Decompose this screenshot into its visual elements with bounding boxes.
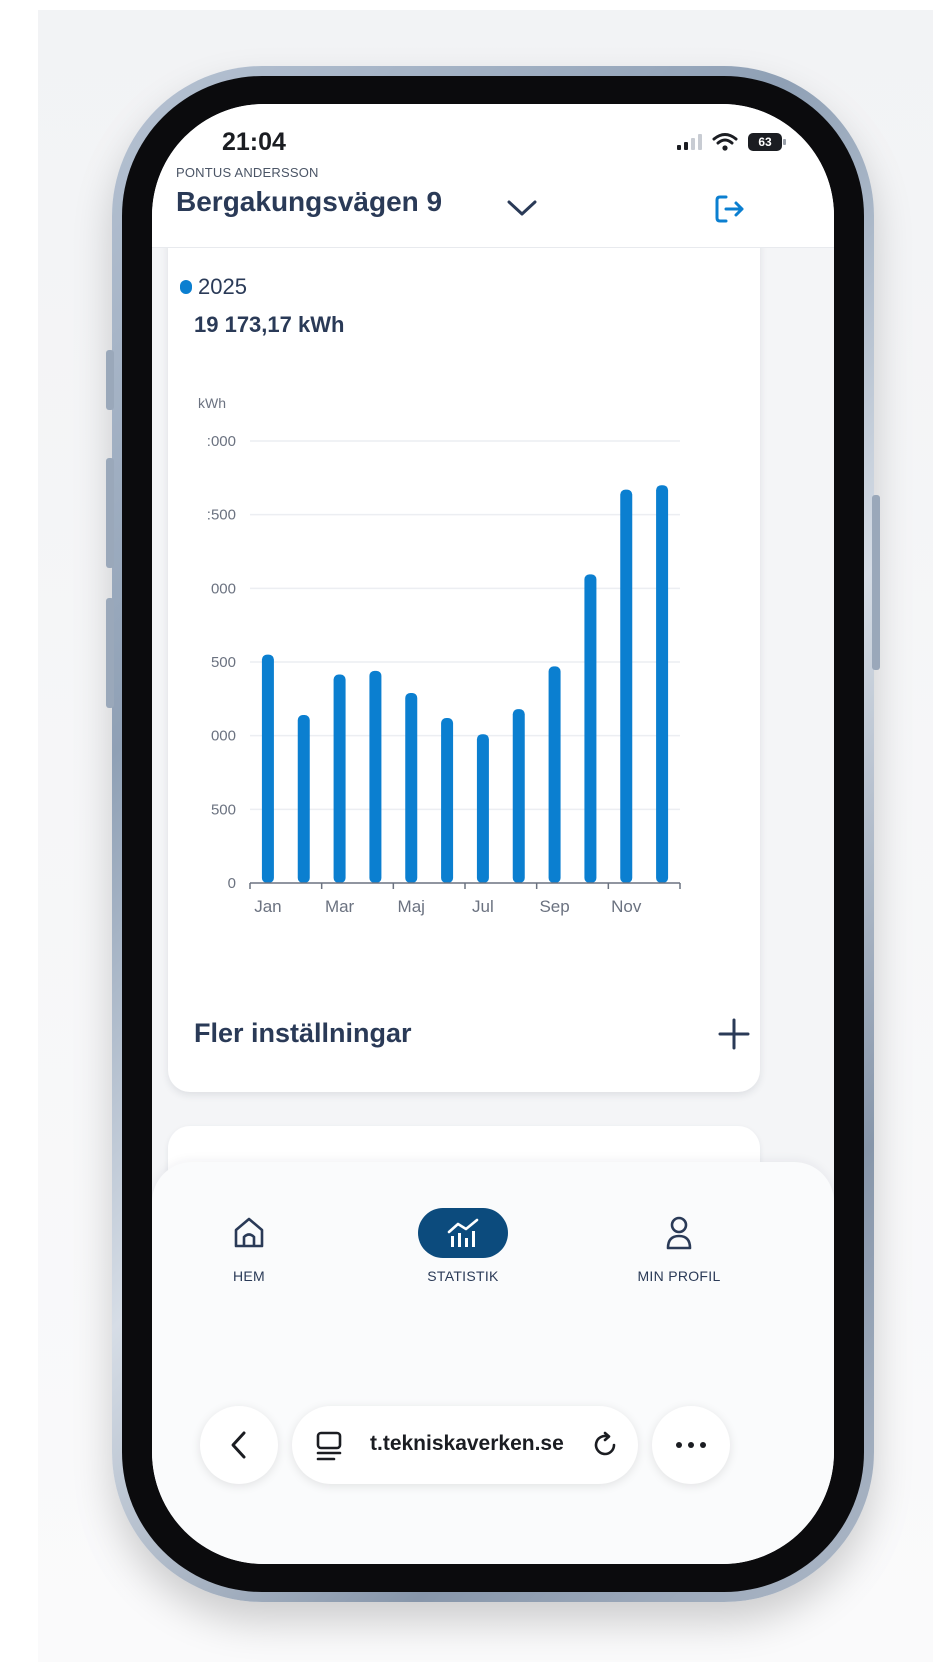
bar-maj bbox=[405, 692, 418, 883]
consumption-chart: kWh 0 500 000 500 000 :500 :000 Jan Mar Maj Jul Se… bbox=[198, 395, 681, 916]
y-tick-label: 500 bbox=[211, 654, 236, 671]
bar-jul bbox=[476, 734, 489, 883]
profile-icon bbox=[634, 1208, 724, 1258]
nav-item-home[interactable]: HEM bbox=[174, 1208, 324, 1284]
y-axis-label: kWh bbox=[198, 395, 226, 411]
y-tick-label: 0 bbox=[228, 875, 236, 892]
y-axis-ticks: 0 500 000 500 000 :500 :000 bbox=[207, 433, 236, 892]
x-tick-label: Jul bbox=[472, 897, 494, 916]
y-tick-label: 500 bbox=[211, 801, 236, 818]
x-tick-label: Sep bbox=[539, 897, 569, 916]
bar-nov bbox=[620, 489, 633, 883]
phone-screen: 21:04 63 PONTUS ANDERSSON Bergakungsväge… bbox=[152, 104, 834, 1564]
plus-icon[interactable] bbox=[714, 1014, 754, 1054]
back-icon bbox=[231, 1431, 246, 1459]
volume-down-button bbox=[106, 598, 114, 708]
x-tick-label: Mar bbox=[325, 897, 355, 916]
bottom-panel: HEM STATISTIK MIN PROFIL t.tekniskaverke… bbox=[152, 1162, 834, 1564]
bar-jun bbox=[441, 717, 454, 883]
silent-switch bbox=[106, 350, 114, 410]
nav-label-statistics: STATISTIK bbox=[427, 1268, 499, 1284]
more-settings-label: Fler inställningar bbox=[194, 1018, 412, 1048]
nav-label-profile: MIN PROFIL bbox=[637, 1268, 721, 1284]
x-tick-label: Maj bbox=[398, 897, 425, 916]
y-tick-label: :500 bbox=[207, 507, 236, 524]
nav-item-profile[interactable]: MIN PROFIL bbox=[604, 1208, 754, 1284]
bar-mar bbox=[333, 674, 346, 883]
bar-dec bbox=[656, 485, 669, 883]
browser-toolbar: t.tekniskaverken.se bbox=[152, 1406, 834, 1486]
bar-aug bbox=[512, 709, 525, 883]
bar-jan bbox=[261, 654, 274, 883]
volume-up-button bbox=[106, 458, 114, 568]
power-button bbox=[872, 495, 880, 670]
tabs-icon bbox=[316, 1431, 342, 1461]
more-settings-row[interactable]: Fler inställningar bbox=[194, 1010, 754, 1060]
address-bar[interactable]: t.tekniskaverken.se bbox=[292, 1406, 638, 1484]
reload-icon[interactable] bbox=[590, 1430, 620, 1460]
more-icon bbox=[676, 1442, 706, 1448]
x-tick-label: Jan bbox=[254, 897, 281, 916]
back-button[interactable] bbox=[200, 1406, 278, 1484]
bar-apr bbox=[369, 670, 382, 883]
bar-okt bbox=[584, 574, 597, 883]
bar-sep bbox=[548, 666, 561, 883]
x-axis: Jan Mar Maj Jul Sep Nov bbox=[249, 882, 681, 916]
x-tick-label: Nov bbox=[611, 897, 642, 916]
y-tick-label: 000 bbox=[211, 580, 236, 597]
nav-item-statistics[interactable]: STATISTIK bbox=[388, 1208, 538, 1284]
chart-bars bbox=[261, 485, 669, 883]
statistics-icon bbox=[418, 1208, 508, 1258]
y-tick-label: :000 bbox=[207, 433, 236, 450]
more-button[interactable] bbox=[652, 1406, 730, 1484]
nav-label-home: HEM bbox=[232, 1268, 265, 1284]
bar-feb bbox=[297, 715, 310, 883]
y-tick-label: 000 bbox=[211, 728, 236, 745]
home-icon bbox=[204, 1208, 294, 1258]
chart-grid bbox=[250, 440, 680, 811]
url-text: t.tekniskaverken.se bbox=[370, 1432, 564, 1455]
